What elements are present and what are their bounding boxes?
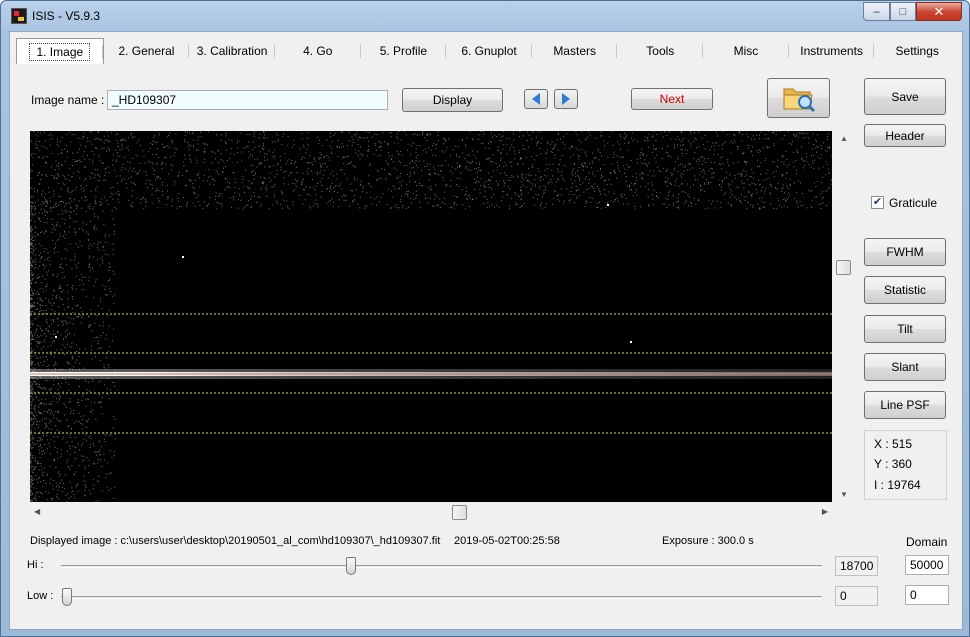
folder-search-icon <box>783 88 815 113</box>
hot-pixel <box>182 256 184 258</box>
image-datetime: 2019-05-02T00:25:58 <box>454 535 560 547</box>
image-name-label: Image name : <box>31 93 105 107</box>
graticule-label: Graticule <box>889 196 938 210</box>
low-label: Low : <box>27 590 54 602</box>
tab-label: 5. Profile <box>379 44 428 58</box>
tab-masters[interactable]: Masters <box>532 38 618 64</box>
low-slider-thumb[interactable] <box>62 588 72 606</box>
tab-label: 1. Image <box>29 42 91 61</box>
horizontal-scroll-thumb[interactable] <box>452 505 467 520</box>
tab-general[interactable]: 2. General <box>104 38 190 64</box>
cursor-x: X : 515 <box>874 437 913 451</box>
next-image-arrow-button[interactable] <box>554 89 578 109</box>
graticule-checkbox[interactable]: ✔ <box>871 196 884 209</box>
checkmark-icon: ✔ <box>872 196 883 208</box>
domain-label: Domain <box>906 535 948 549</box>
app-logo-icon <box>11 8 27 24</box>
hot-pixel <box>630 341 632 343</box>
arrow-left-icon <box>532 93 540 105</box>
tab-label: 2. General <box>118 44 175 58</box>
display-button[interactable]: Display <box>402 88 503 112</box>
scroll-left-icon[interactable]: ◀ <box>34 507 40 516</box>
slant-button[interactable]: Slant <box>864 353 946 381</box>
tab-settings[interactable]: Settings <box>874 38 960 64</box>
domain-min-input[interactable]: 0 <box>905 585 949 605</box>
maximize-button[interactable]: □ <box>890 2 916 21</box>
hi-label: Hi : <box>27 559 44 571</box>
tab-instruments[interactable]: Instruments <box>789 38 875 64</box>
title-bar[interactable]: ISIS - V5.9.3 – □ ✕ <box>1 1 969 31</box>
tab-label: Settings <box>895 44 939 58</box>
tab-calibration[interactable]: 3. Calibration <box>189 38 275 64</box>
close-icon: ✕ <box>933 3 945 19</box>
next-button[interactable]: Next <box>631 88 713 110</box>
window-controls: – □ ✕ <box>863 2 962 21</box>
image-name-input[interactable]: _HD109307 <box>107 90 388 110</box>
maximize-icon: □ <box>899 5 907 18</box>
tab-label: Tools <box>646 44 675 58</box>
scroll-right-icon[interactable]: ▶ <box>822 507 828 516</box>
close-button[interactable]: ✕ <box>916 2 962 21</box>
vertical-scroll-thumb[interactable] <box>836 260 851 275</box>
scroll-down-icon[interactable]: ▼ <box>840 490 848 499</box>
image-viewer[interactable] <box>30 131 832 502</box>
tab-tools[interactable]: Tools <box>617 38 703 64</box>
client-area: 1. Image 2. General 3. Calibration 4. Go 5. … <box>9 31 963 630</box>
header-button[interactable]: Header <box>864 124 946 147</box>
tab-label: Misc <box>733 44 759 58</box>
tilt-button[interactable]: Tilt <box>864 315 946 343</box>
tab-strip: 1. Image 2. General 3. Calibration 4. Go 5. … <box>16 38 960 64</box>
hot-pixel <box>607 204 609 206</box>
low-slider-track[interactable] <box>61 596 822 599</box>
open-file-button[interactable] <box>767 78 830 118</box>
statistic-button[interactable]: Statistic <box>864 276 946 304</box>
main-window: ISIS - V5.9.3 – □ ✕ 1. Image 2. General 3.… <box>0 0 970 637</box>
fwhm-button[interactable]: FWHM <box>864 238 946 266</box>
tab-label: Masters <box>553 44 596 58</box>
spectrum-image <box>30 131 832 502</box>
domain-max-input[interactable]: 50000 <box>905 555 949 575</box>
tab-image[interactable]: 1. Image <box>16 38 104 64</box>
exposure-label: Exposure : 300.0 s <box>662 535 754 547</box>
sensor-noise <box>30 131 832 502</box>
line-psf-button[interactable]: Line PSF <box>864 391 946 419</box>
window-title: ISIS - V5.9.3 <box>32 9 101 23</box>
tab-go[interactable]: 4. Go <box>275 38 361 64</box>
minimize-icon: – <box>873 5 880 18</box>
low-value-field[interactable]: 0 <box>835 586 878 606</box>
tab-profile[interactable]: 5. Profile <box>361 38 447 64</box>
cursor-y: Y : 360 <box>874 457 912 471</box>
hi-value-field[interactable]: 18700 <box>835 556 878 576</box>
tab-label: 3. Calibration <box>196 44 268 58</box>
save-button[interactable]: Save <box>864 78 946 115</box>
tab-misc[interactable]: Misc <box>703 38 789 64</box>
hi-slider-track[interactable] <box>61 565 822 568</box>
tab-label: 6. Gnuplot <box>461 44 517 58</box>
hot-pixel <box>55 336 57 338</box>
displayed-image-path: Displayed image : c:\users\user\desktop\… <box>30 535 441 547</box>
arrow-right-icon <box>562 93 570 105</box>
scroll-up-icon[interactable]: ▲ <box>840 134 848 143</box>
vertical-scrollbar[interactable]: ▲ ▼ <box>836 131 852 502</box>
cursor-readout: X : 515 Y : 360 I : 19764 <box>864 430 947 500</box>
tab-label: 4. Go <box>303 44 333 58</box>
horizontal-scrollbar[interactable]: ◀ ▶ <box>30 504 832 520</box>
tab-gnuplot[interactable]: 6. Gnuplot <box>446 38 532 64</box>
previous-image-button[interactable] <box>524 89 548 109</box>
minimize-button[interactable]: – <box>863 2 890 21</box>
hi-slider-thumb[interactable] <box>345 557 356 575</box>
tab-label: Instruments <box>800 44 863 58</box>
cursor-intensity: I : 19764 <box>874 478 921 492</box>
